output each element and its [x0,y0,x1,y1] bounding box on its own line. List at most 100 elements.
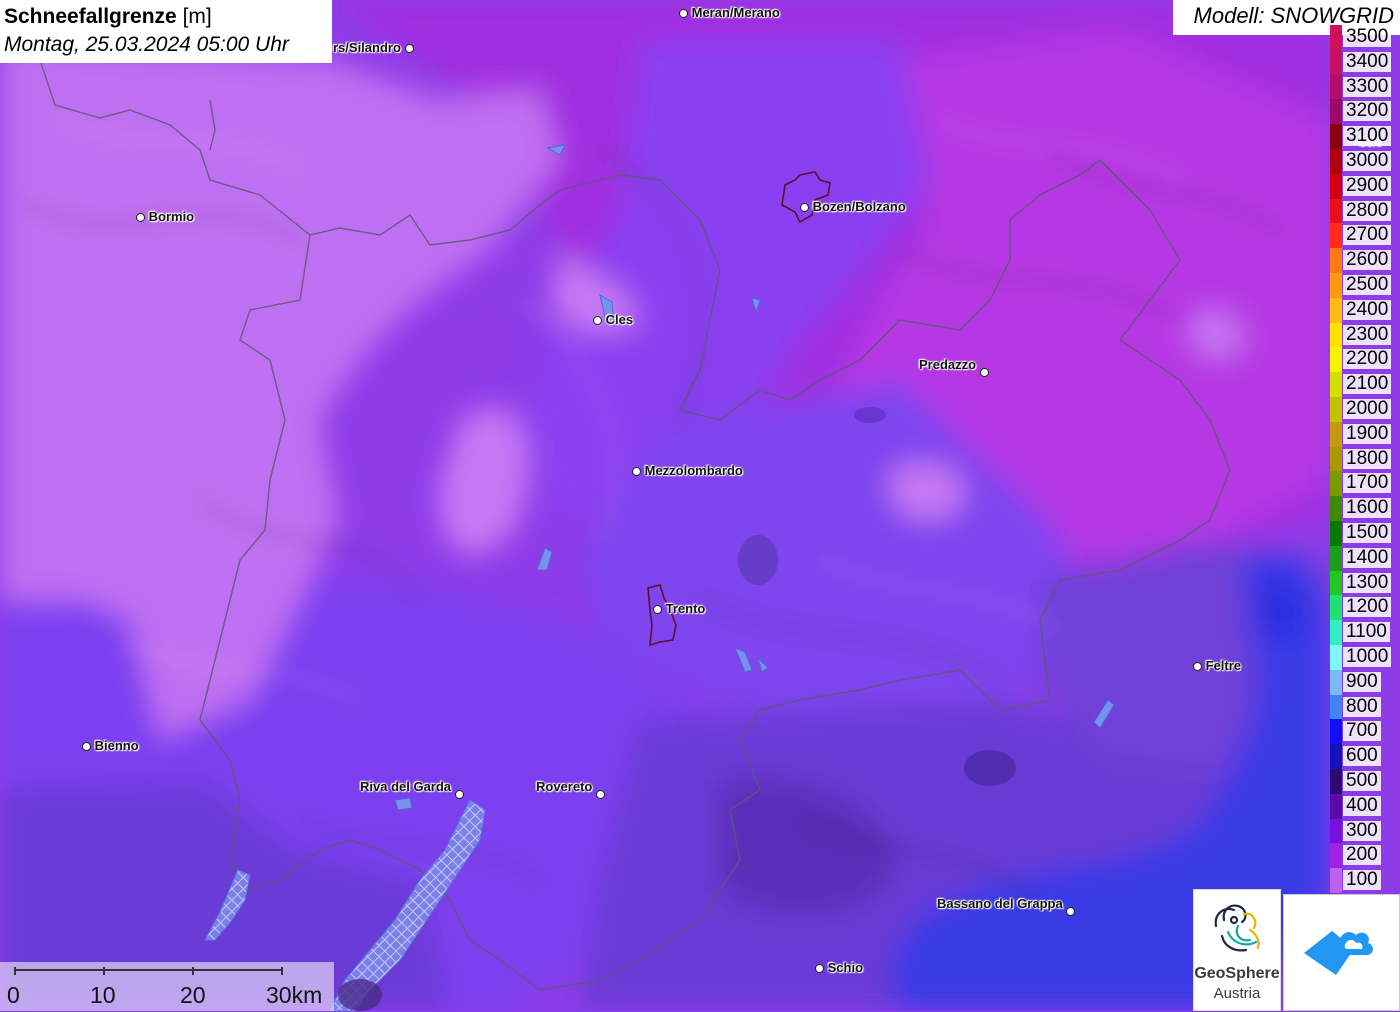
scale-tick [14,967,16,975]
scale-label: 0 [7,982,20,1008]
legend-swatch-400 [1330,793,1342,819]
city-dot-icon [1193,662,1202,672]
legend-swatch-200 [1330,843,1342,869]
city-dot-icon [632,467,641,477]
legend-label-1700: 1700 [1343,473,1392,494]
legend-label-1500: 1500 [1343,523,1392,543]
legend-swatch-2200 [1330,347,1342,373]
legend-label-700: 700 [1343,721,1381,742]
color-legend: 3500 3400 3300 3200 3100 3000 2900 2800 2700 2600… [1327,25,1400,893]
title-unit: [m] [182,5,212,28]
city-label: Trento [665,601,706,616]
city-dot-icon [136,213,145,223]
city-dot-icon [593,316,602,326]
map-title: Schneefallgrenze [m] [4,3,328,31]
legend-swatch-3000 [1330,149,1342,174]
legend-swatch-1900 [1330,421,1342,447]
legend-label-200: 200 [1343,845,1381,866]
legend-label-1800: 1800 [1343,448,1392,469]
cloud-arrow-icon [1304,931,1373,975]
scale-bar: 0 10 20 30km [0,962,334,1011]
city-bormio[interactable]: Bormio [136,209,194,224]
city-silandro[interactable]: rs/Silandro [333,40,414,55]
legend-swatch-2900 [1330,173,1342,199]
legend-label-1000: 1000 [1343,647,1392,667]
city-rovereto[interactable]: Rovereto [536,779,605,800]
city-label: Feltre [1205,658,1242,673]
city-dot-icon [979,368,989,378]
legend-label-800: 800 [1343,696,1381,717]
legend-label-100: 100 [1343,870,1381,891]
legend-swatch-1100 [1330,620,1342,645]
scale-line [14,969,282,971]
legend-swatch-2100 [1330,372,1342,397]
geosphere-logo-icon [1214,904,1260,952]
app-logo[interactable] [1283,894,1400,1011]
legend-swatch-1700 [1330,471,1342,497]
city-dot-icon [653,605,662,615]
city-label: Bormio [148,209,195,224]
legend-swatch-2700 [1330,223,1342,249]
legend-swatch-1000 [1330,645,1342,670]
legend-swatch-100 [1330,868,1342,893]
legend-swatch-2500 [1330,273,1342,298]
city-mezzolombardo[interactable]: Mezzolombardo [632,463,743,478]
legend-swatch-3100 [1330,124,1342,149]
legend-label-2000: 2000 [1343,399,1392,419]
legend-swatch-2600 [1330,248,1342,273]
legend-label-3300: 3300 [1343,76,1392,97]
scale-tick [281,967,283,975]
city-cles[interactable]: Cles [593,312,633,327]
legend-label-1100: 1100 [1343,622,1390,643]
city-feltre[interactable]: Feltre [1193,658,1241,673]
city-schio[interactable]: Schio [815,960,863,975]
legend-label-300: 300 [1343,820,1381,841]
legend-swatch-800 [1330,694,1342,720]
title-text: Schneefallgrenze [4,5,177,28]
legend-swatch-900 [1330,669,1342,695]
city-label: Bienno [94,738,139,753]
city-bienno[interactable]: Bienno [82,738,139,753]
legend-swatch-3400 [1330,49,1342,75]
logo-name-line1: GeoSphere [1194,965,1280,982]
legend-label-2800: 2800 [1343,200,1392,221]
logo-name-line2: Austria [1213,985,1261,1002]
city-bassano[interactable]: Bassano del Grappa [937,896,1076,917]
city-dot-icon [815,964,824,974]
legend-label-600: 600 [1343,746,1381,767]
legend-swatch-2300 [1330,322,1342,348]
legend-swatch-1600 [1330,496,1342,521]
legend-swatch-1800 [1330,446,1342,472]
city-bozen[interactable]: Bozen/Bolzano [800,199,906,214]
city-label: rs/Silandro [333,40,401,55]
city-trento[interactable]: Trento [653,601,705,616]
city-label: Schio [827,960,864,975]
city-predazzo[interactable]: Predazzo [919,357,989,378]
city-riva[interactable]: Riva del Garda [360,779,464,800]
scale-label: 20 [180,982,206,1008]
legend-swatch-700 [1330,719,1342,745]
legend-swatch-2800 [1330,198,1342,224]
geosphere-logo[interactable]: GeoSphere Austria [1193,889,1281,1011]
legend-label-1600: 1600 [1343,498,1392,519]
legend-swatch-300 [1330,818,1342,844]
legend-swatch-3200 [1330,99,1342,125]
city-meran[interactable]: Meran/Merano [679,5,780,20]
legend-swatch-2400 [1330,297,1342,323]
city-label: Rovereto [536,779,593,794]
scale-tick [192,967,194,975]
legend-label-2200: 2200 [1343,349,1392,370]
scale-label: 30km [266,982,323,1008]
legend-label-2600: 2600 [1343,250,1392,271]
legend-label-1900: 1900 [1343,423,1392,444]
city-label: Mezzolombardo [644,463,743,478]
legend-swatch-600 [1330,744,1342,769]
legend-swatch-1300 [1330,570,1342,596]
legend-label-2100: 2100 [1343,374,1392,395]
city-label: Riva del Garda [360,779,452,794]
legend-swatch-3300 [1330,74,1342,100]
city-dot-icon [454,790,464,800]
city-dot-icon [404,44,414,54]
map-datetime: Montag, 25.03.2024 05:00 Uhr [4,33,289,56]
snowfall-limit-map[interactable] [0,0,1400,1011]
